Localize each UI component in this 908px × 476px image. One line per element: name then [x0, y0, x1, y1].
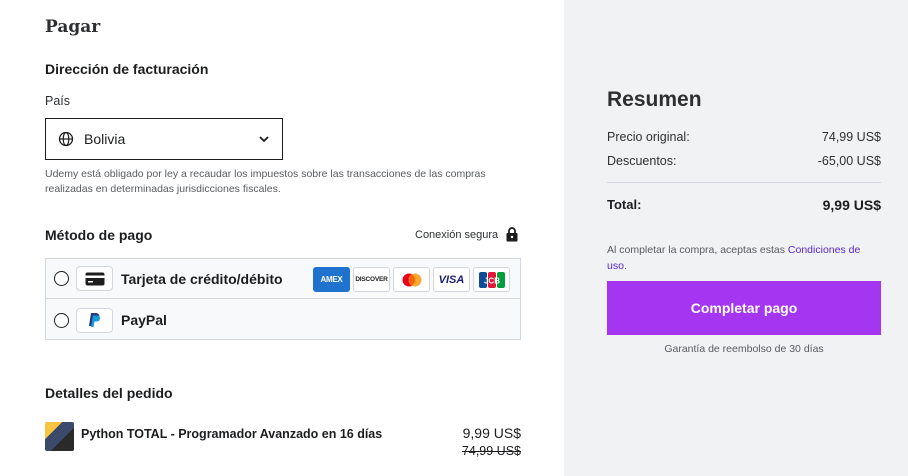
order-item: Python TOTAL - Programador Avanzado en 1…	[45, 422, 521, 462]
original-price-value: 74,99 US$	[821, 130, 881, 144]
lock-icon	[506, 227, 518, 242]
country-value: Bolivia	[84, 131, 126, 147]
page-title: Pagar	[45, 17, 101, 37]
payment-option-paypal[interactable]: PayPal	[46, 300, 520, 340]
paypal-icon	[76, 307, 113, 333]
total-value: 9,99 US$	[822, 197, 881, 213]
order-heading: Detalles del pedido	[45, 385, 173, 401]
payment-option-card-label: Tarjeta de crédito/débito	[121, 270, 283, 287]
payment-option-paypal-label: PayPal	[121, 312, 167, 328]
visa-logo: VISA	[433, 267, 470, 292]
course-price: 9,99 US$	[462, 425, 521, 441]
discount-value: -65,00 US$	[817, 154, 881, 168]
terms-suffix: .	[623, 260, 627, 272]
summary-discount-row: Descuentos: -65,00 US$	[607, 154, 881, 168]
globe-icon	[58, 131, 74, 147]
total-label: Total:	[607, 197, 642, 212]
summary-title: Resumen	[607, 88, 702, 111]
complete-payment-button[interactable]: Completar pago	[607, 281, 881, 335]
billing-heading: Dirección de facturación	[45, 61, 209, 77]
credit-card-icon	[76, 266, 113, 291]
radio-paypal[interactable]	[54, 312, 69, 328]
summary-divider	[607, 182, 881, 183]
country-label: País	[45, 94, 71, 108]
terms-prefix: Al completar la compra, aceptas estas	[607, 244, 788, 256]
summary-original-row: Precio original: 74,99 US$	[607, 130, 881, 144]
original-price-label: Precio original:	[607, 130, 690, 144]
checkout-panel: Pagar Dirección de facturación País Boli…	[0, 0, 564, 476]
card-brands: AMEX DISCOVER VISA JCB	[313, 267, 510, 292]
country-select[interactable]: Bolivia	[45, 118, 283, 160]
secure-connection: Conexión segura	[415, 227, 518, 242]
jcb-logo: JCB	[473, 267, 510, 292]
payment-methods: Tarjeta de crédito/débito AMEX DISCOVER …	[45, 258, 521, 340]
course-original-price: 74,99 US$	[461, 444, 521, 458]
payment-option-card[interactable]: Tarjeta de crédito/débito AMEX DISCOVER …	[46, 259, 520, 299]
terms-text: Al completar la compra, aceptas estas Co…	[607, 242, 881, 274]
secure-label: Conexión segura	[415, 228, 499, 241]
summary-panel: Resumen Precio original: 74,99 US$ Descu…	[564, 0, 908, 476]
svg-text:JCB: JCB	[483, 276, 499, 285]
radio-card[interactable]	[54, 271, 69, 286]
tax-note: Udemy está obligado por ley a recaudar l…	[45, 168, 486, 195]
discover-logo: DISCOVER	[353, 267, 390, 292]
chevron-down-icon	[259, 136, 269, 143]
summary-total-row: Total: 9,99 US$	[607, 197, 881, 213]
discount-label: Descuentos:	[607, 154, 677, 168]
course-thumbnail	[45, 422, 74, 451]
course-title: Python TOTAL - Programador Avanzado en 1…	[81, 427, 383, 441]
mastercard-logo	[393, 267, 430, 292]
payment-heading: Método de pago	[45, 227, 153, 243]
amex-logo: AMEX	[313, 267, 350, 292]
guarantee-text: Garantía de reembolso de 30 días	[664, 343, 824, 355]
